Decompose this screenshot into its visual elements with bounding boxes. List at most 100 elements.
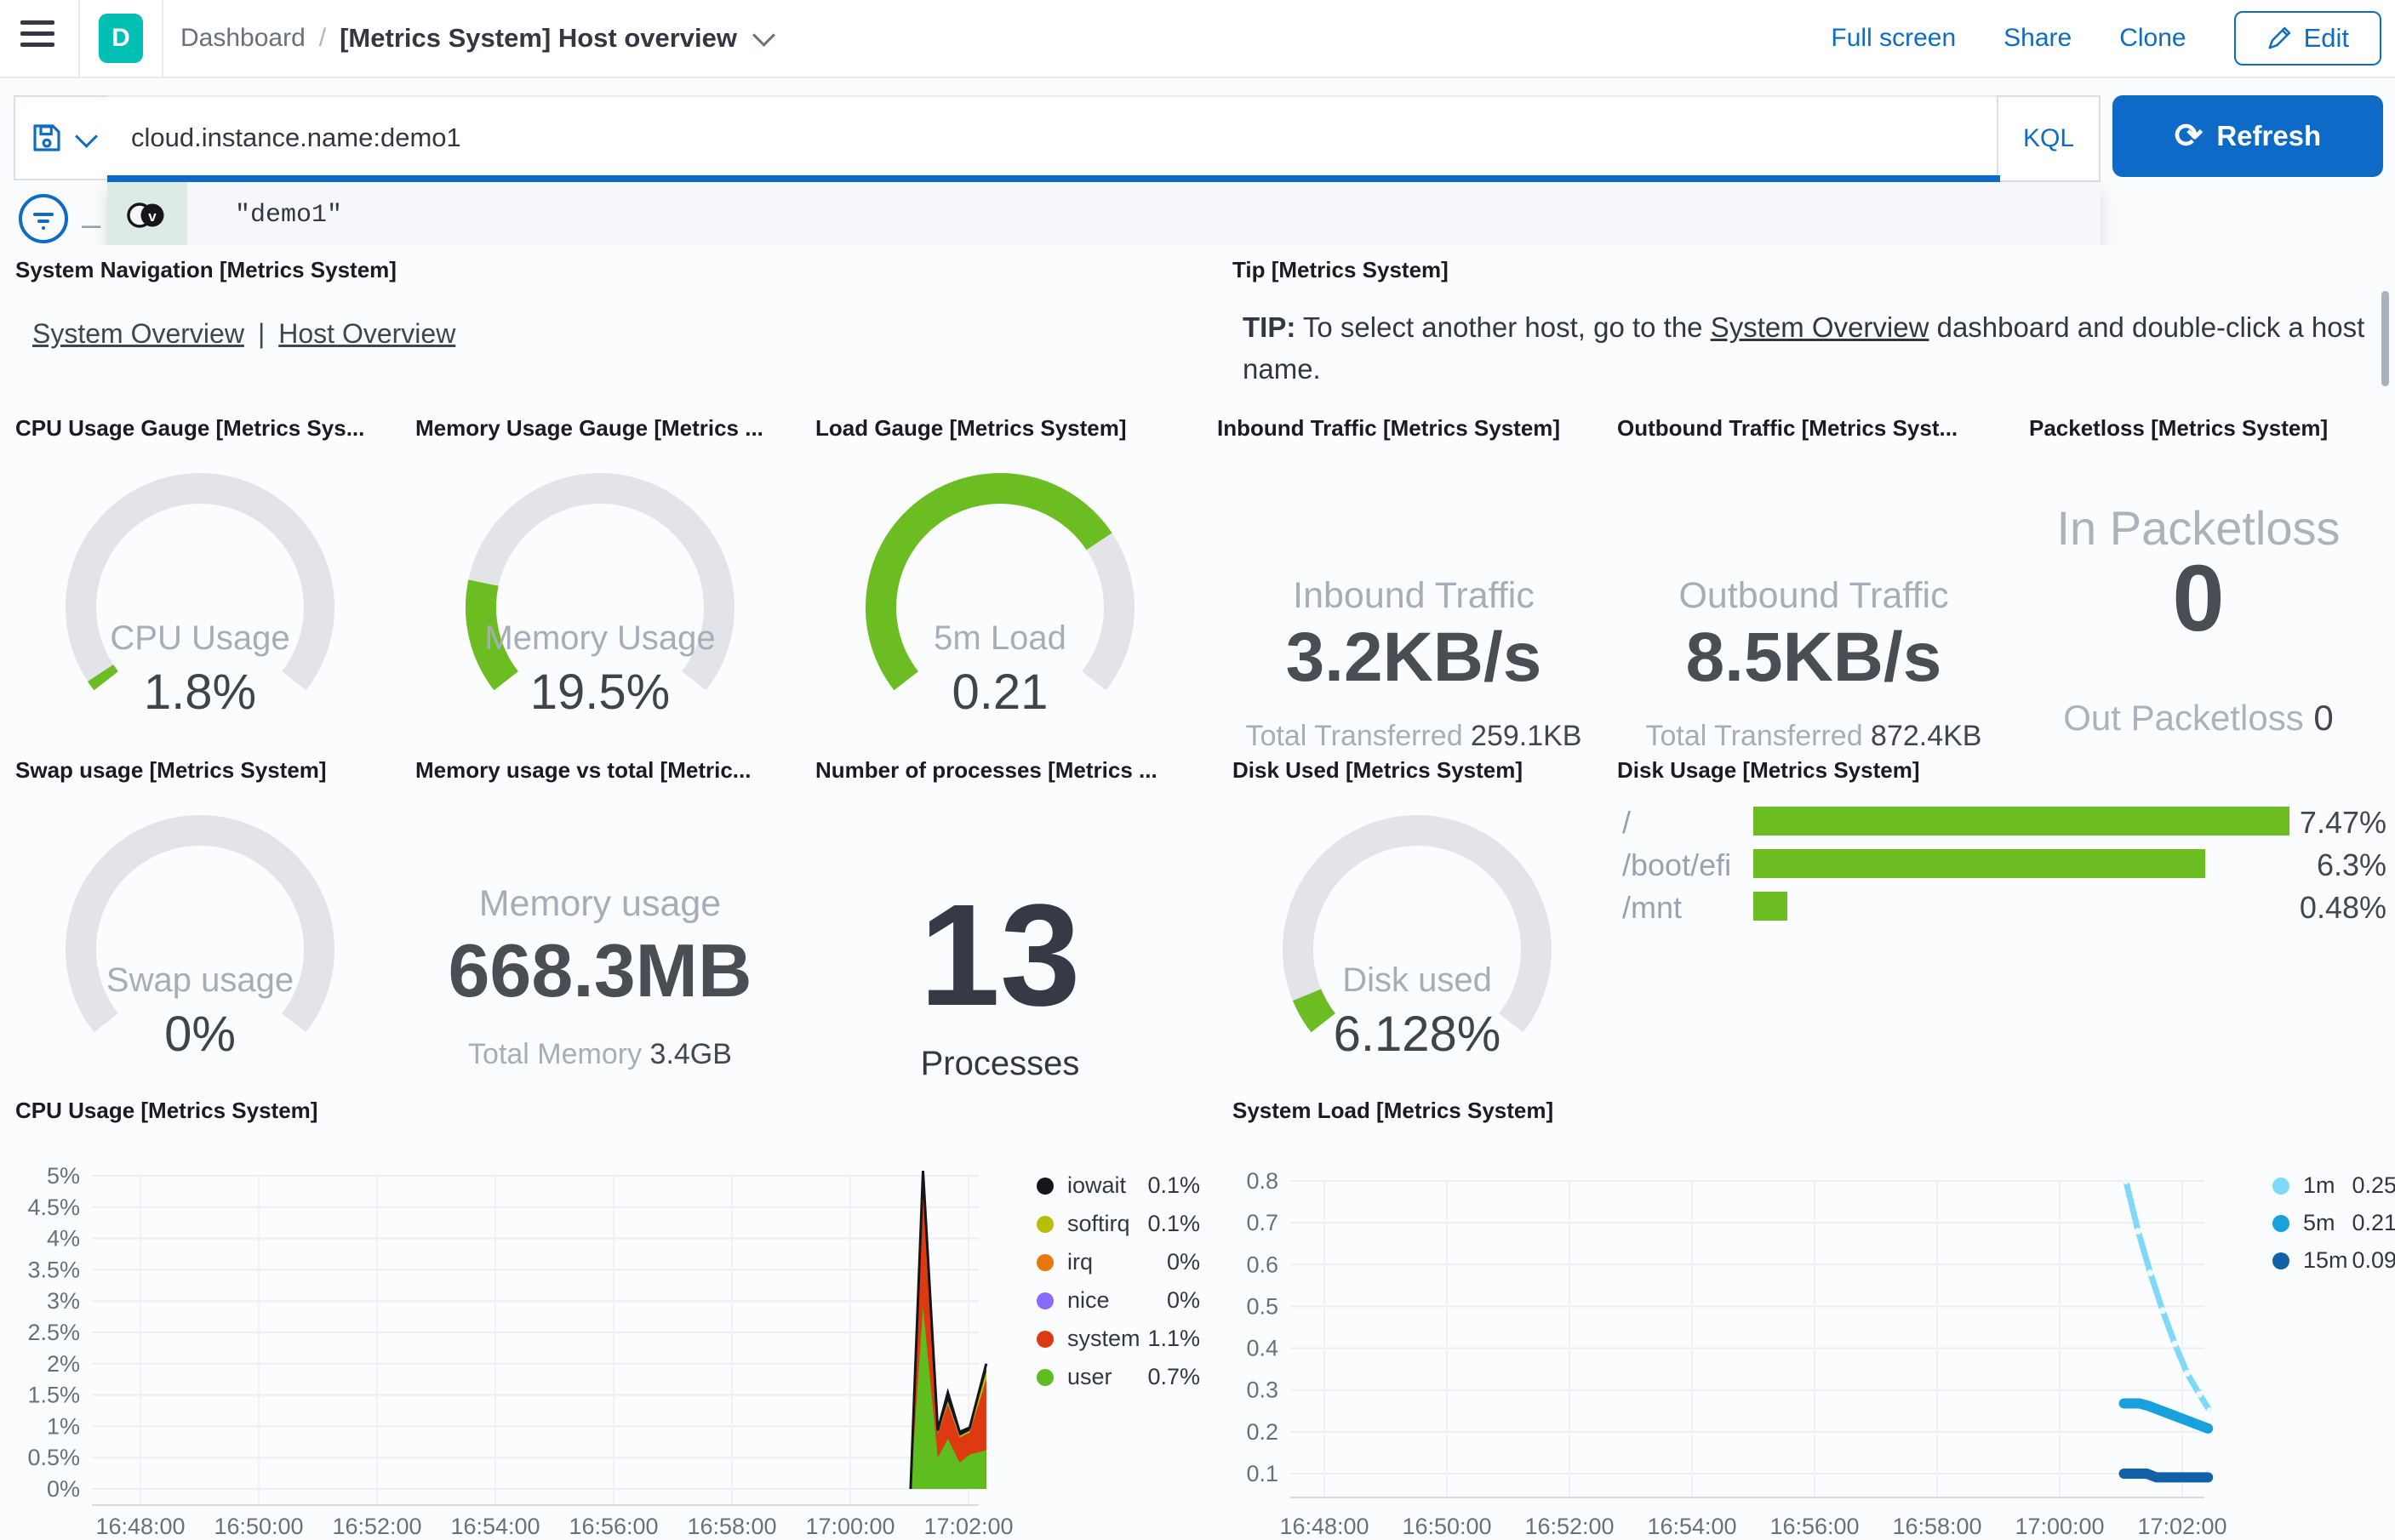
page-title: [Metrics System] Host overview — [340, 23, 738, 53]
legend-value: 0.1% — [1147, 1211, 1200, 1236]
stat-value: 668.3MB — [448, 928, 752, 1012]
panel-gauge-memory-usage: Memory Usage Gauge [Metrics ... Memory Us… — [400, 415, 800, 751]
panel-title: Memory usage vs total [Metric... — [415, 757, 752, 783]
cpu-usage-area-chart[interactable]: 5% 4.5% 4% 3.5% 3% 2.5% 2% 1.5% 1% 0.5% 0% 16:48:00… — [0, 1124, 1200, 1540]
panel-title: Tip [Metrics System] — [1232, 257, 1449, 282]
gauge-label: 5m Load — [934, 619, 1066, 657]
load-legend-item[interactable]: 5m 0.21 — [2272, 1207, 2395, 1241]
panel-title: Load Gauge [Metrics System] — [815, 415, 1127, 441]
stat-sub-label: Total Transferred — [1245, 720, 1472, 752]
header-divider — [78, 0, 80, 77]
stat-subtext: Total Transferred 872.4KB — [1617, 720, 2010, 753]
iowait-series-dot — [1037, 1178, 1054, 1195]
legend-label: 15m — [2303, 1247, 2348, 1273]
panel-gauge-disk-used: Disk Used [Metrics System] Disk used 6.128… — [1217, 757, 1617, 1093]
filter-icon[interactable] — [17, 192, 70, 245]
query-language-button[interactable]: KQL — [1997, 95, 2101, 182]
refresh-button[interactable]: ⟳ Refresh — [2112, 95, 2383, 177]
space-avatar[interactable]: D — [99, 14, 143, 63]
link-system-overview[interactable]: System Overview — [32, 318, 244, 350]
panel-title: CPU Usage [Metrics System] — [15, 1098, 318, 1123]
disk-usage-bar — [1753, 807, 2289, 836]
legend-label: softirq — [1067, 1211, 1130, 1236]
panel-memory-usage-vs-total: Memory usage vs total [Metric... Memory u… — [400, 757, 800, 1093]
disk-usage-bar — [1753, 892, 1788, 921]
cpu-legend-item[interactable]: iowait 0.1% — [1037, 1170, 1200, 1204]
cpu-legend-item[interactable]: nice 0% — [1037, 1285, 1200, 1319]
breadcrumb-dashboard[interactable]: Dashboard — [180, 24, 306, 53]
packetloss-in-value: 0 — [2172, 546, 2225, 651]
dashboard-canvas: System Navigation [Metrics System] Syste… — [0, 245, 2395, 1540]
cpu-legend-item[interactable]: irq 0% — [1037, 1246, 1200, 1280]
cpu-legend-item[interactable]: softirq 0.1% — [1037, 1208, 1200, 1242]
disk-usage-bar — [1753, 849, 2206, 878]
menu-icon[interactable] — [20, 20, 58, 54]
load-legend-item[interactable]: 15m 0.09 — [2272, 1245, 2395, 1279]
softirq-series-dot — [1037, 1216, 1054, 1233]
legend-label: irq — [1067, 1249, 1094, 1275]
legend-value: 0.21 — [2352, 1210, 2395, 1235]
packetloss-out: Out Packetloss 0 — [2002, 698, 2395, 739]
irq-series-dot — [1037, 1254, 1054, 1271]
panel-stat-inbound-traffic: Inbound Traffic [Metrics System] Inbound … — [1217, 415, 1610, 752]
vertical-scrollbar[interactable] — [2381, 291, 2389, 386]
x-axis-tick: 16:58:00 — [1892, 1514, 1981, 1539]
system-series-dot — [1037, 1331, 1054, 1348]
stat-label: Memory usage — [478, 883, 722, 924]
full-screen-button[interactable]: Full screen — [1831, 24, 1956, 53]
query-suggestion-popover[interactable]: v "demo1" — [107, 182, 2101, 248]
panel-gauge-cpu-usage: CPU Usage Gauge [Metrics Sys... CPU Usage… — [0, 415, 400, 751]
y-axis-tick: 0.3 — [1246, 1377, 1278, 1403]
x-axis-tick: 17:00:00 — [805, 1514, 895, 1539]
panel-title: Memory Usage Gauge [Metrics ... — [415, 415, 763, 441]
y-axis-tick: 0.5% — [27, 1445, 80, 1470]
link-system-overview[interactable]: System Overview — [1711, 311, 1929, 343]
panel-number-of-processes: Number of processes [Metrics ... 13 Proces… — [800, 757, 1200, 1093]
x-axis-tick: 17:02:00 — [2137, 1514, 2226, 1539]
legend-label: iowait — [1067, 1172, 1127, 1198]
x-axis-tick: 16:50:00 — [214, 1514, 303, 1539]
cpu-legend-item[interactable]: user 0.7% — [1037, 1361, 1200, 1395]
system-load-line-chart[interactable]: 0.8 0.7 0.6 0.5 0.4 0.3 0.2 0.1 16:48:00 16:50:00… — [1217, 1124, 2395, 1540]
packetloss-out-label: Out Packetloss — [2063, 698, 2314, 738]
gauge-label: Disk used — [1342, 961, 1492, 999]
remove-filter-icon[interactable]: – — [82, 206, 100, 244]
edit-button[interactable]: Edit — [2233, 11, 2381, 66]
x-axis-tick: 16:52:00 — [332, 1514, 421, 1539]
x-axis-tick: 16:50:00 — [1402, 1514, 1491, 1539]
1m-load-line — [2123, 1178, 2213, 1414]
pencil-icon — [2268, 26, 2290, 49]
tip-before-link: To select another host, go to the — [1295, 311, 1711, 343]
y-axis-tick: 0.5 — [1246, 1293, 1278, 1319]
chevron-down-icon[interactable] — [752, 23, 775, 47]
y-axis-tick: 1% — [47, 1413, 80, 1439]
breadcrumb: Dashboard / [Metrics System] Host overvi… — [180, 0, 775, 77]
panel-gauge-swap-usage: Swap usage [Metrics System] Swap usage 0% — [0, 757, 400, 1093]
query-text: cloud.instance.name:demo1 — [131, 123, 461, 152]
legend-label: system — [1067, 1326, 1140, 1351]
panel-packetloss: Packetloss [Metrics System] In Packetloss… — [2002, 415, 2395, 751]
svg-text:v: v — [148, 208, 157, 225]
saved-query-menu-button[interactable] — [14, 95, 109, 180]
gauge-label: CPU Usage — [110, 619, 290, 657]
tip-prefix: TIP: — [1243, 311, 1296, 343]
cpu-legend-item[interactable]: system 1.1% — [1037, 1323, 1200, 1357]
disk-mount-label: / — [1622, 805, 1632, 840]
load-legend-item[interactable]: 1m 0.25 — [2272, 1170, 2395, 1204]
x-axis-tick: 16:48:00 — [1279, 1514, 1369, 1539]
clone-button[interactable]: Clone — [2119, 24, 2186, 53]
stat-value: 3.2KB/s — [1285, 619, 1542, 696]
link-host-overview[interactable]: Host Overview — [278, 318, 455, 350]
share-button[interactable]: Share — [2003, 24, 2072, 53]
panel-title: Packetloss [Metrics System] — [2029, 415, 2329, 441]
panel-title: Swap usage [Metrics System] — [15, 757, 327, 783]
suggestion-type-cell: v — [107, 182, 187, 248]
y-axis-tick: 5% — [47, 1163, 80, 1189]
chevron-down-icon — [74, 124, 98, 148]
save-icon — [32, 124, 60, 151]
user-series-dot — [1037, 1369, 1054, 1386]
panel-system-navigation: System Navigation [Metrics System] Syste… — [15, 257, 1198, 414]
x-axis-tick: 17:00:00 — [2015, 1514, 2104, 1539]
15m-series-dot — [2272, 1252, 2289, 1269]
search-input[interactable]: cloud.instance.name:demo1 KQL — [107, 95, 2101, 182]
